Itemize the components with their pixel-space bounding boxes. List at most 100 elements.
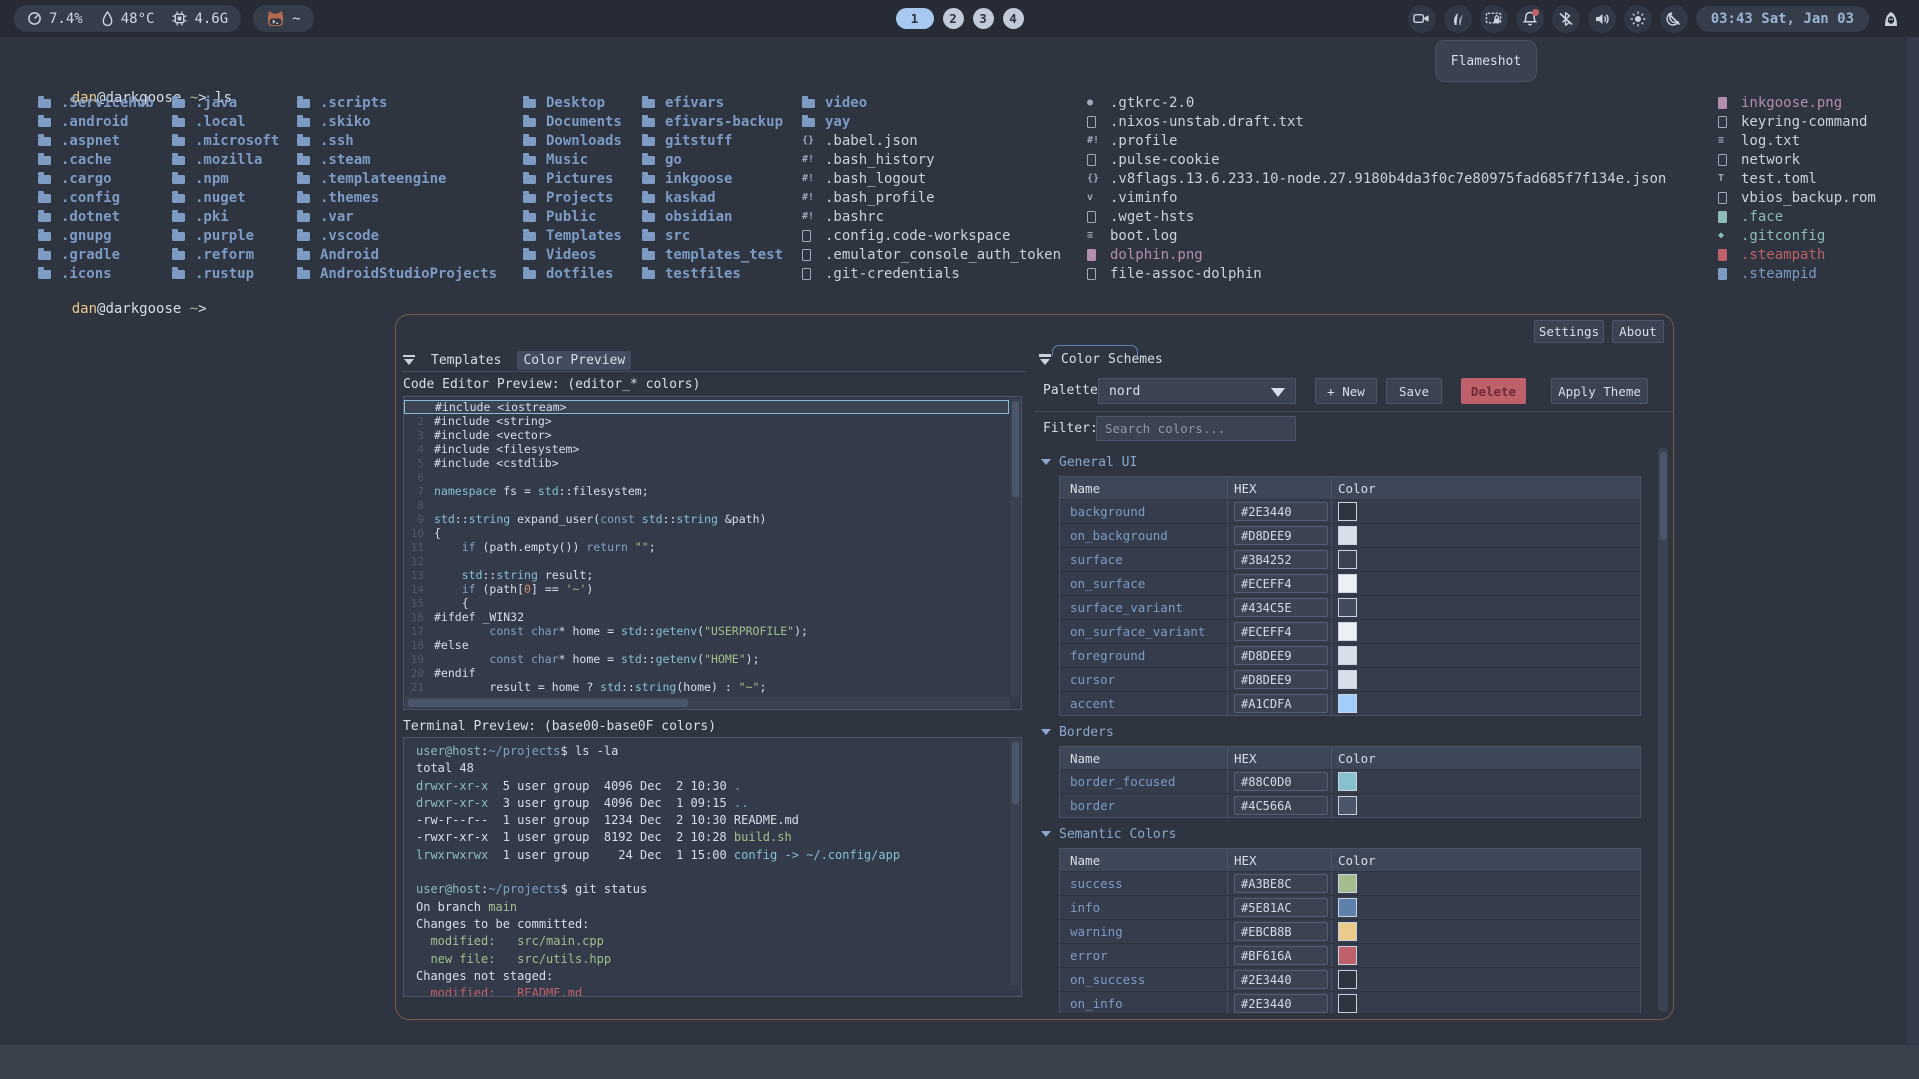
terminal-vertical-scrollbar[interactable] xyxy=(1010,739,1020,985)
hex-input[interactable]: #3B4252 xyxy=(1234,550,1328,569)
workspace-button-4[interactable]: 4 xyxy=(1003,8,1024,29)
hex-input[interactable]: #2E3440 xyxy=(1234,502,1328,521)
folder-icon xyxy=(172,118,185,127)
color-swatch[interactable] xyxy=(1338,670,1357,689)
color-swatch[interactable] xyxy=(1338,502,1357,521)
color-swatch[interactable] xyxy=(1338,694,1357,713)
section-header-borders[interactable]: Borders xyxy=(1041,724,1655,740)
file-entry: .config xyxy=(38,188,154,207)
notifications-button[interactable] xyxy=(1516,5,1544,33)
color-swatch[interactable] xyxy=(1338,874,1357,893)
terminal-token: main xyxy=(488,900,517,914)
swatch-cell xyxy=(1332,598,1640,617)
hex-input[interactable]: #A3BE8C xyxy=(1234,874,1328,893)
delete-button[interactable]: Delete xyxy=(1461,378,1526,404)
night-light-toggle-button[interactable] xyxy=(1660,5,1688,33)
save-button[interactable]: Save xyxy=(1386,378,1442,404)
workspace-button-2[interactable]: 2 xyxy=(943,8,964,29)
hex-input[interactable]: #D8DEE9 xyxy=(1234,526,1328,545)
line-number: 21 xyxy=(404,681,434,694)
scrollbar-thumb[interactable] xyxy=(1012,742,1019,804)
scrollbar-thumb[interactable] xyxy=(1012,401,1019,497)
code-token xyxy=(434,540,462,554)
terminal-preview[interactable]: user@host:~/projects$ ls -latotal 48drwx… xyxy=(403,737,1022,997)
folder-icon xyxy=(642,156,655,165)
color-swatch[interactable] xyxy=(1338,550,1357,569)
hex-input[interactable]: #434C5E xyxy=(1234,598,1328,617)
file-entry: #!.bashrc xyxy=(802,207,1061,226)
code-token: #else xyxy=(434,638,469,652)
hex-input[interactable]: #D8DEE9 xyxy=(1234,670,1328,689)
column-header: Color xyxy=(1332,853,1640,868)
settings-button[interactable]: Settings xyxy=(1534,320,1604,343)
search-colors-input[interactable] xyxy=(1096,416,1296,441)
hex-input[interactable]: #2E3440 xyxy=(1234,970,1328,989)
color-swatch[interactable] xyxy=(1338,898,1357,917)
screen-record-button[interactable] xyxy=(1408,5,1436,33)
brightness-button[interactable] xyxy=(1624,5,1652,33)
clock-widget[interactable]: 03:43 Sat, Jan 03 xyxy=(1696,6,1869,32)
code-editor-preview[interactable]: #include <iostream>2#include <string>3#i… xyxy=(403,396,1022,710)
hex-input[interactable]: #A1CDFA xyxy=(1234,694,1328,713)
scrollbar-thumb[interactable] xyxy=(1660,452,1667,540)
color-swatch[interactable] xyxy=(1338,574,1357,593)
hex-input[interactable]: #4C566A xyxy=(1234,796,1328,815)
editor-horizontal-scrollbar[interactable] xyxy=(405,697,1010,708)
hex-input[interactable]: #EBCB8B xyxy=(1234,922,1328,941)
color-swatch[interactable] xyxy=(1338,946,1357,965)
scrollbar-thumb[interactable] xyxy=(408,699,688,707)
hex-input[interactable]: #2E3440 xyxy=(1234,994,1328,1013)
hex-input[interactable]: #ECEFF4 xyxy=(1234,622,1328,641)
color-row-surface_variant: surface_variant#434C5E xyxy=(1060,595,1640,619)
volume-button[interactable] xyxy=(1588,5,1616,33)
about-button[interactable]: About xyxy=(1612,320,1664,343)
tab-templates[interactable]: Templates xyxy=(425,351,507,370)
color-swatch[interactable] xyxy=(1338,646,1357,665)
color-swatch[interactable] xyxy=(1338,526,1357,545)
apply-theme-button[interactable]: Apply Theme xyxy=(1551,378,1648,404)
hex-input[interactable]: #88C0D0 xyxy=(1234,772,1328,791)
hex-input[interactable]: #D8DEE9 xyxy=(1234,646,1328,665)
color-swatch[interactable] xyxy=(1338,922,1357,941)
workspace-button-3[interactable]: 3 xyxy=(973,8,994,29)
workspace-button-1[interactable]: 1 xyxy=(896,8,934,29)
panel-vertical-scrollbar[interactable] xyxy=(1658,448,1668,1012)
flameshot-button[interactable] xyxy=(1444,5,1472,33)
color-swatch[interactable] xyxy=(1338,622,1357,641)
folder-icon xyxy=(523,232,536,241)
code-token xyxy=(434,568,462,582)
ls-column: inkgoose.pngkeyring-command≡log.txtnetwo… xyxy=(1718,93,1876,283)
bluetooth-toggle-button[interactable] xyxy=(1552,5,1580,33)
section-header-general-ui[interactable]: General UI xyxy=(1041,454,1655,470)
color-swatch[interactable] xyxy=(1338,796,1357,815)
screen-lock-button[interactable] xyxy=(1480,5,1508,33)
hex-cell: #A1CDFA xyxy=(1228,692,1332,715)
file-name: .mozilla xyxy=(195,152,262,168)
system-info-widget[interactable]: 7.4% 48°C 4.6G xyxy=(14,5,241,32)
user-session-button[interactable] xyxy=(1877,5,1905,33)
shell-prompt-line-2: dan@darkgoose ~> xyxy=(38,285,207,333)
editor-vertical-scrollbar[interactable] xyxy=(1010,398,1020,696)
color-swatch[interactable] xyxy=(1338,772,1357,791)
new-palette-button[interactable]: + New xyxy=(1315,378,1377,404)
code-token: :: xyxy=(455,512,469,526)
hex-input[interactable]: #5E81AC xyxy=(1234,898,1328,917)
palette-select[interactable]: nord xyxy=(1098,378,1296,404)
file-name: .profile xyxy=(1110,133,1177,149)
terminal-token: lrwxrwxrwx xyxy=(416,848,488,862)
color-swatch[interactable] xyxy=(1338,598,1357,617)
file-name: kaskad xyxy=(665,190,716,206)
section-header-semantic-colors[interactable]: Semantic Colors xyxy=(1041,826,1655,842)
collapse-triangle-icon xyxy=(1041,459,1051,465)
tab-color-preview[interactable]: Color Preview xyxy=(517,351,631,370)
file-entry: efivars xyxy=(642,93,783,112)
file-entry: keyring-command xyxy=(1718,112,1876,131)
hex-input[interactable]: #BF616A xyxy=(1234,946,1328,965)
prompt-arrow: > xyxy=(198,301,206,317)
file-name: .microsoft xyxy=(195,133,279,149)
hex-input[interactable]: #ECEFF4 xyxy=(1234,574,1328,593)
color-swatch[interactable] xyxy=(1338,970,1357,989)
file-name: .face xyxy=(1741,209,1783,225)
terminal-workspace-widget[interactable]: ~ xyxy=(253,5,313,32)
color-swatch[interactable] xyxy=(1338,994,1357,1013)
